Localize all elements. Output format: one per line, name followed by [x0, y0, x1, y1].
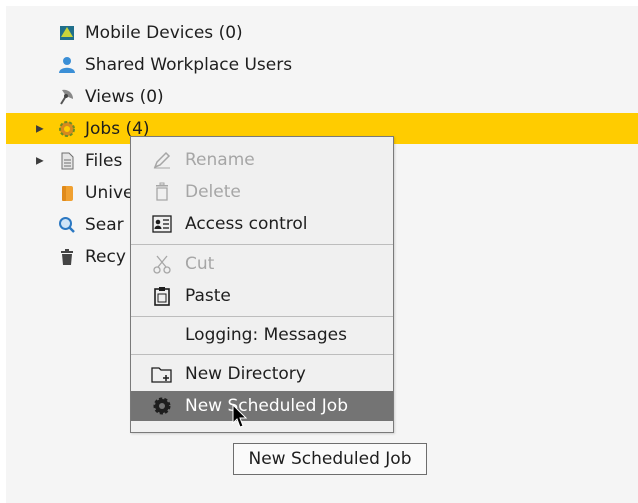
menu-item-new-scheduled-job[interactable]: New Scheduled Job [131, 391, 393, 421]
tree-item-label: Recy [85, 247, 126, 267]
expand-arrow-icon[interactable]: ▶ [36, 123, 44, 134]
new-folder-icon [151, 363, 173, 385]
tooltip-text: New Scheduled Job [248, 449, 412, 469]
jobs-gear-icon [58, 120, 76, 138]
menu-item-label: New Directory [185, 364, 306, 384]
mouse-cursor-icon [232, 404, 248, 428]
tree-item-label: Unive [85, 183, 134, 203]
universe-icon [58, 184, 76, 202]
tree-item-mobile-devices[interactable]: Mobile Devices (0) [6, 18, 638, 48]
menu-separator [131, 354, 393, 355]
views-icon [58, 88, 76, 106]
menu-item-label: Delete [185, 182, 241, 202]
menu-item-label: Paste [185, 286, 231, 306]
menu-separator [131, 244, 393, 245]
rename-pencil-icon [151, 149, 173, 171]
menu-item-cut[interactable]: Cut [131, 249, 393, 279]
menu-item-new-directory[interactable]: New Directory [131, 359, 393, 389]
user-icon [58, 56, 76, 74]
recycle-bin-icon [58, 248, 76, 266]
clipboard-icon [151, 285, 173, 307]
tree-item-label: Files [85, 151, 123, 171]
scissors-icon [151, 253, 173, 275]
gear-icon [151, 395, 173, 417]
tooltip: New Scheduled Job [233, 443, 427, 475]
menu-item-label: Logging: Messages [185, 325, 347, 345]
tree-item-views[interactable]: Views (0) [6, 82, 638, 112]
tree-item-label: Shared Workplace Users [85, 55, 293, 75]
expand-arrow-icon[interactable]: ▶ [36, 156, 44, 167]
menu-item-label: New Scheduled Job [185, 396, 349, 416]
tree-item-label: Sear [85, 215, 124, 235]
tree-item-shared-workplace-users[interactable]: Shared Workplace Users [6, 50, 638, 80]
context-menu: Rename Delete Access control Cut Paste L… [130, 136, 394, 433]
menu-item-delete[interactable]: Delete [131, 177, 393, 207]
menu-item-access-control[interactable]: Access control [131, 209, 393, 239]
menu-item-label: Cut [185, 254, 215, 274]
trash-icon [151, 181, 173, 203]
tree-item-label: Mobile Devices (0) [85, 23, 243, 43]
menu-item-label: Rename [185, 150, 255, 170]
search-icon [58, 216, 76, 234]
menu-item-label: Access control [185, 214, 308, 234]
menu-separator [131, 316, 393, 317]
menu-item-logging-messages[interactable]: Logging: Messages [131, 320, 393, 350]
tree-item-label: Views (0) [85, 87, 164, 107]
access-control-icon [151, 213, 173, 235]
mobile-devices-icon [58, 24, 76, 42]
menu-item-rename[interactable]: Rename [131, 145, 393, 175]
file-icon [58, 152, 76, 170]
menu-item-paste[interactable]: Paste [131, 281, 393, 311]
